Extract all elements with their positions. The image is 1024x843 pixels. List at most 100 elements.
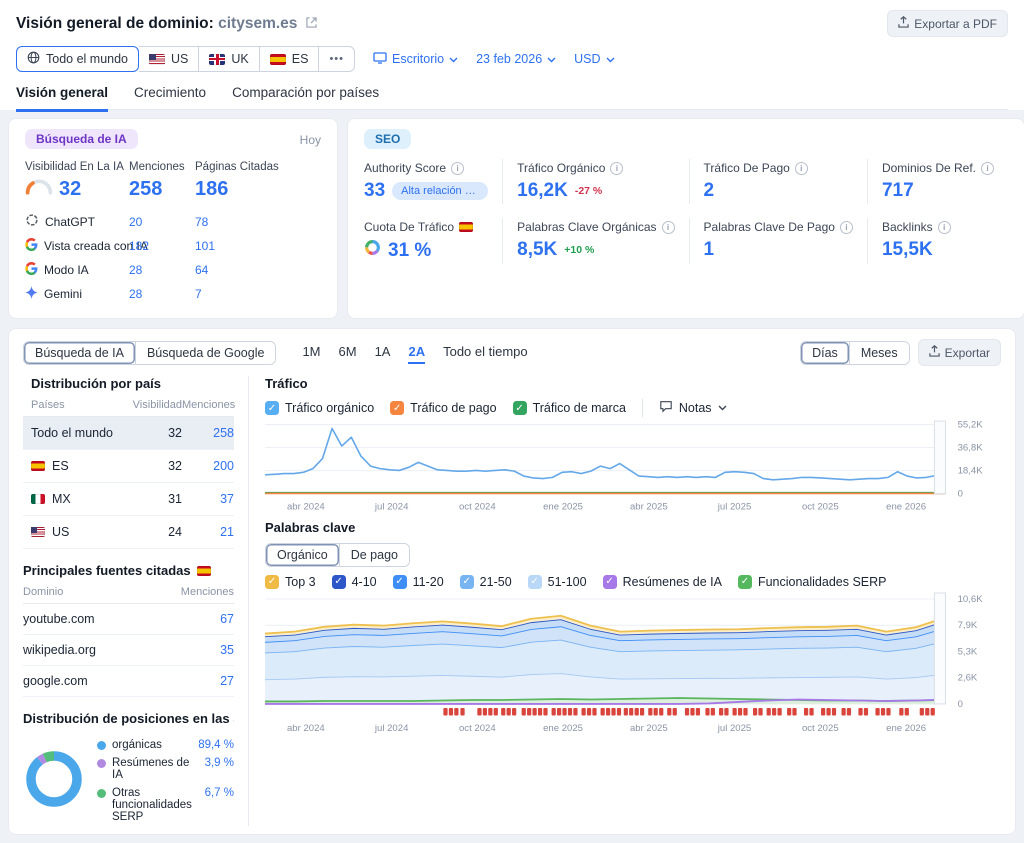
note-marker[interactable] xyxy=(880,707,886,716)
note-marker[interactable] xyxy=(809,707,814,716)
note-marker[interactable] xyxy=(454,707,459,716)
note-marker[interactable] xyxy=(841,707,846,716)
note-marker[interactable] xyxy=(611,707,616,716)
legend-item-tr-fico-de-marca[interactable]: ✓ Tráfico de marca xyxy=(512,401,626,415)
range-2a[interactable]: 2A xyxy=(408,344,425,362)
note-marker[interactable] xyxy=(695,707,701,716)
seo-metric-number[interactable]: 15,5K xyxy=(882,239,933,261)
tab-visi-n-general[interactable]: Visión general xyxy=(16,85,108,109)
note-marker[interactable] xyxy=(616,707,622,716)
note-marker[interactable] xyxy=(551,707,556,716)
note-marker[interactable] xyxy=(743,707,748,716)
note-marker[interactable] xyxy=(672,707,677,716)
country-row[interactable]: US 24 21 xyxy=(23,516,234,549)
note-marker[interactable] xyxy=(482,707,488,716)
ai-row-mentions[interactable]: 182 xyxy=(129,234,195,258)
seo-metric-number[interactable]: 31 % xyxy=(388,240,431,262)
legend-item-top-3[interactable]: ✓ Top 3 xyxy=(265,574,316,589)
legend-item-tr-fico-de-pago[interactable]: ✓ Tráfico de pago xyxy=(390,401,497,415)
note-marker[interactable] xyxy=(863,707,869,716)
note-marker[interactable] xyxy=(831,707,837,716)
note-marker[interactable] xyxy=(623,707,628,716)
note-marker[interactable] xyxy=(904,707,909,716)
serp-legend-value[interactable]: 6,7 % xyxy=(205,787,234,799)
keywords-tab-org-nico[interactable]: Orgánico xyxy=(266,543,339,566)
note-marker[interactable] xyxy=(826,707,831,716)
info-icon[interactable]: i xyxy=(661,220,675,234)
currency-dropdown[interactable]: USD xyxy=(574,52,615,66)
note-marker[interactable] xyxy=(752,707,758,716)
ai-pages-value[interactable]: 186 xyxy=(195,178,321,209)
note-marker[interactable] xyxy=(858,707,863,716)
note-marker[interactable] xyxy=(724,707,729,716)
note-marker[interactable] xyxy=(886,707,891,716)
granularity-días[interactable]: Días xyxy=(801,341,849,364)
range-1m[interactable]: 1M xyxy=(302,344,320,362)
note-marker[interactable] xyxy=(629,707,634,716)
device-dropdown[interactable]: Escritorio xyxy=(373,51,458,67)
note-marker[interactable] xyxy=(684,707,690,716)
note-marker[interactable] xyxy=(573,707,578,716)
note-marker[interactable] xyxy=(634,707,639,716)
seo-metric-number[interactable]: 16,2K xyxy=(517,180,568,202)
note-marker[interactable] xyxy=(501,707,506,716)
note-marker[interactable] xyxy=(567,707,573,716)
seo-metric-number[interactable]: 717 xyxy=(882,180,914,202)
more-countries-button[interactable]: ••• xyxy=(319,46,356,72)
source-row[interactable]: wikipedia.org 35 xyxy=(23,635,234,666)
note-marker[interactable] xyxy=(772,707,777,716)
note-marker[interactable] xyxy=(600,707,605,716)
note-marker[interactable] xyxy=(777,707,782,716)
legend-item-11-20[interactable]: ✓ 11-20 xyxy=(392,574,444,589)
legend-item-21-50[interactable]: ✓ 21-50 xyxy=(459,574,512,589)
info-icon[interactable]: i xyxy=(839,220,853,234)
legend-item-51-100[interactable]: ✓ 51-100 xyxy=(527,574,587,589)
country-mentions[interactable]: 258 xyxy=(182,426,234,440)
note-marker[interactable] xyxy=(758,707,763,716)
note-marker[interactable] xyxy=(930,707,935,716)
ai-mentions-value[interactable]: 258 xyxy=(129,178,195,209)
country-mentions[interactable]: 37 xyxy=(182,492,234,506)
seo-metric-number[interactable]: 2 xyxy=(704,180,715,202)
range-todo-el-tiempo[interactable]: Todo el tiempo xyxy=(443,344,528,362)
note-marker[interactable] xyxy=(488,707,493,716)
note-marker[interactable] xyxy=(639,707,645,716)
note-marker[interactable] xyxy=(766,707,771,716)
ai-row-mentions[interactable]: 28 xyxy=(129,258,195,282)
note-marker[interactable] xyxy=(846,707,852,716)
legend-item-funcionalidades-serp[interactable]: ✓ Funcionalidades SERP xyxy=(737,574,887,589)
note-marker[interactable] xyxy=(477,707,482,716)
seo-metric-number[interactable]: 1 xyxy=(704,239,715,261)
ai-row-mentions[interactable]: 20 xyxy=(129,209,195,234)
info-icon[interactable]: i xyxy=(610,161,624,175)
note-marker[interactable] xyxy=(659,707,664,716)
note-marker[interactable] xyxy=(460,707,465,716)
tab-crecimiento[interactable]: Crecimiento xyxy=(134,85,206,109)
note-marker[interactable] xyxy=(792,707,797,716)
source-row[interactable]: google.com 27 xyxy=(23,666,234,697)
note-marker[interactable] xyxy=(899,707,904,716)
note-marker[interactable] xyxy=(875,707,880,716)
export-button[interactable]: Exportar xyxy=(917,339,1001,366)
filter-chip-us[interactable]: US xyxy=(139,46,200,72)
seo-metric-number[interactable]: 8,5K xyxy=(517,239,557,261)
granularity-meses[interactable]: Meses xyxy=(848,341,909,364)
note-marker[interactable] xyxy=(803,707,809,716)
note-marker[interactable] xyxy=(537,707,543,716)
range-1a[interactable]: 1A xyxy=(375,344,391,362)
note-marker[interactable] xyxy=(667,707,672,716)
note-marker[interactable] xyxy=(556,707,562,716)
note-marker[interactable] xyxy=(493,707,498,716)
filter-chip-es[interactable]: ES xyxy=(259,46,320,72)
note-marker[interactable] xyxy=(919,707,924,716)
date-dropdown[interactable]: 23 feb 2026 xyxy=(476,52,556,66)
legend-item-res-menes-de-ia[interactable]: ✓ Resúmenes de IA xyxy=(602,574,722,589)
ai-row-mentions[interactable]: 28 xyxy=(129,282,195,306)
country-mentions[interactable]: 21 xyxy=(182,525,234,539)
note-marker[interactable] xyxy=(710,707,715,716)
note-marker[interactable] xyxy=(543,707,548,716)
note-marker[interactable] xyxy=(527,707,532,716)
note-marker[interactable] xyxy=(512,707,517,716)
keywords-chart[interactable]: 10,6K 7,9K 5,3K 2,6K 0 abr 2024 jul 2024 oct 20… xyxy=(265,589,1001,740)
info-icon[interactable]: i xyxy=(981,161,994,175)
